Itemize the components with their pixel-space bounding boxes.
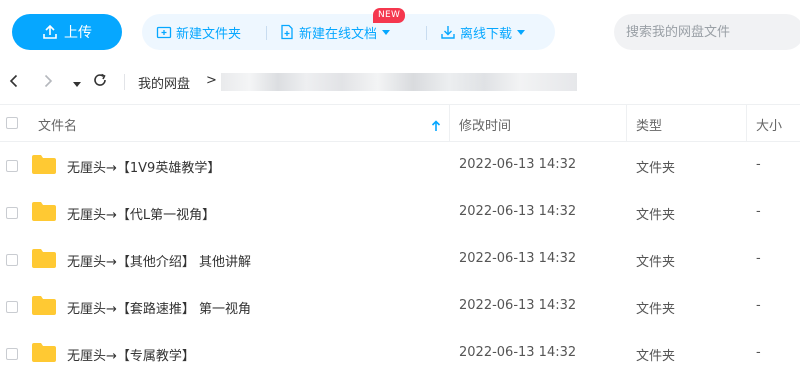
chevron-down-icon <box>516 27 526 37</box>
toolbar-divider <box>426 26 427 40</box>
file-size: - <box>756 345 761 360</box>
file-type: 文件夹 <box>636 302 676 317</box>
chevron-down-icon <box>381 27 391 37</box>
new-badge: NEW <box>373 8 406 23</box>
file-name[interactable]: 无厘头→【专属教学】 <box>67 345 195 364</box>
file-size: - <box>756 251 761 266</box>
doc-plus-icon <box>279 24 295 40</box>
column-divider <box>449 105 450 142</box>
file-size: - <box>756 157 761 172</box>
action-group: 新建文件夹 新建在线文档 离线下载 <box>142 14 555 50</box>
chevron-right-icon <box>42 73 54 92</box>
column-divider <box>626 105 627 142</box>
file-modified: 2022-06-13 14:32 <box>459 157 577 172</box>
select-all-checkbox[interactable] <box>6 117 18 129</box>
new-folder-button[interactable]: 新建文件夹 <box>156 14 241 50</box>
offline-download-button[interactable]: 离线下载 <box>440 14 526 50</box>
folder-icon <box>32 154 56 178</box>
forward-button[interactable] <box>38 72 58 92</box>
sort-ascending-icon[interactable] <box>431 117 441 136</box>
folder-icon <box>32 201 56 225</box>
folder-plus-icon <box>156 24 172 40</box>
back-button[interactable] <box>4 72 24 92</box>
column-divider <box>746 105 747 142</box>
file-name[interactable]: 无厘头→【套路速推】 第一视角 <box>67 298 251 317</box>
breadcrumb-path-redacted <box>221 73 577 91</box>
folder-icon <box>32 295 56 319</box>
caret-down-icon <box>73 73 81 92</box>
table-row[interactable]: 无厘头→【1V9英雄教学】 2022-06-13 14:32 文件夹 - <box>0 142 800 189</box>
upload-button[interactable]: 上传 <box>12 14 122 50</box>
upload-icon <box>42 24 58 40</box>
file-size: - <box>756 298 761 313</box>
column-header-size[interactable]: 大小 <box>756 115 782 134</box>
offline-download-label: 离线下载 <box>460 26 513 42</box>
file-name[interactable]: 无厘头→【代L第一视角】 <box>67 204 215 223</box>
file-type: 文件夹 <box>636 349 676 364</box>
column-header-name[interactable]: 文件名 <box>38 115 77 134</box>
nav-bar: 我的网盘 > <box>0 64 800 100</box>
refresh-icon <box>92 72 108 92</box>
file-modified: 2022-06-13 14:32 <box>459 345 577 360</box>
file-modified: 2022-06-13 14:32 <box>459 204 577 219</box>
file-type: 文件夹 <box>636 255 676 270</box>
file-name[interactable]: 无厘头→【1V9英雄教学】 <box>67 157 220 176</box>
download-icon <box>440 24 456 40</box>
breadcrumb-root[interactable]: 我的网盘 <box>138 73 190 92</box>
table-row[interactable]: 无厘头→【代L第一视角】 2022-06-13 14:32 文件夹 - <box>0 189 800 236</box>
upload-label: 上传 <box>64 25 92 41</box>
toolbar: 上传 新建文件夹 新建在线文档 离线下载 NEW 搜索我的网盘文件 <box>0 0 800 64</box>
row-checkbox[interactable] <box>6 254 18 266</box>
table-row[interactable]: 无厘头→【其他介绍】 其他讲解 2022-06-13 14:32 文件夹 - <box>0 236 800 283</box>
folder-icon <box>32 248 56 272</box>
breadcrumb-separator: > <box>206 73 217 88</box>
folder-icon <box>32 342 56 366</box>
column-header-type[interactable]: 类型 <box>636 115 662 134</box>
file-size: - <box>756 204 761 219</box>
file-modified: 2022-06-13 14:32 <box>459 298 577 313</box>
new-folder-label: 新建文件夹 <box>176 26 242 42</box>
history-dropdown-button[interactable] <box>70 72 84 92</box>
file-name[interactable]: 无厘头→【其他介绍】 其他讲解 <box>67 251 251 270</box>
chevron-left-icon <box>8 73 20 92</box>
row-checkbox[interactable] <box>6 301 18 313</box>
file-type: 文件夹 <box>636 208 676 223</box>
nav-divider <box>124 74 125 90</box>
table-header: 文件名 修改时间 类型 大小 <box>0 104 800 142</box>
row-checkbox[interactable] <box>6 160 18 172</box>
search-input[interactable] <box>614 14 800 50</box>
file-type: 文件夹 <box>636 161 676 176</box>
table-row[interactable]: 无厘头→【专属教学】 2022-06-13 14:32 文件夹 - <box>0 330 800 377</box>
refresh-button[interactable] <box>90 72 110 92</box>
column-header-modified[interactable]: 修改时间 <box>459 115 511 134</box>
new-online-doc-label: 新建在线文档 <box>299 26 378 42</box>
table-row[interactable]: 无厘头→【套路速推】 第一视角 2022-06-13 14:32 文件夹 - <box>0 283 800 330</box>
row-checkbox[interactable] <box>6 207 18 219</box>
row-checkbox[interactable] <box>6 348 18 360</box>
toolbar-divider <box>266 26 267 40</box>
file-modified: 2022-06-13 14:32 <box>459 251 577 266</box>
